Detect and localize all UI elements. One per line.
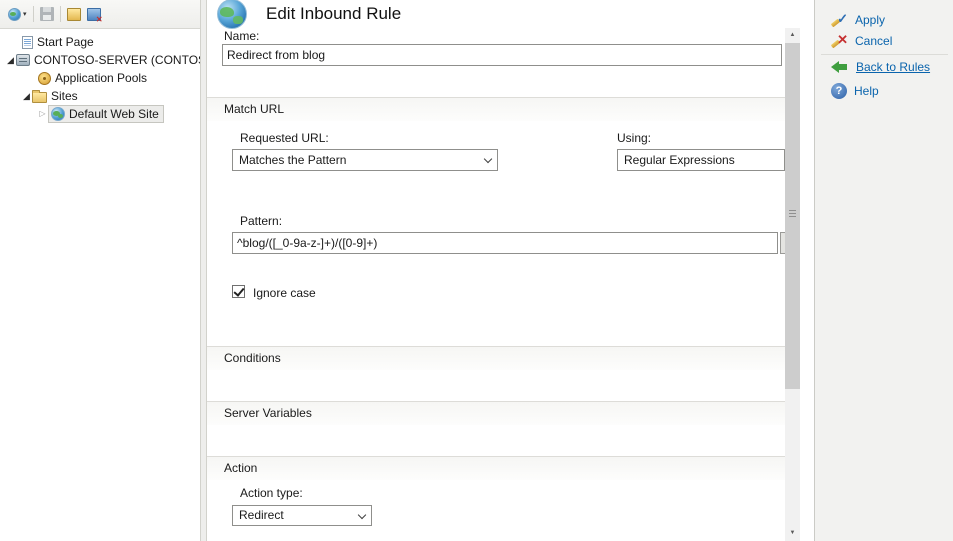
save-connections-button[interactable] — [37, 3, 57, 25]
actions-separator — [821, 54, 948, 55]
using-label: Using: — [617, 131, 651, 145]
requested-url-selected-value: Matches the Pattern — [239, 153, 346, 167]
tree-item-application-pools[interactable]: Application Pools — [0, 69, 200, 87]
back-to-rules-action[interactable]: Back to Rules — [831, 59, 930, 75]
tree-item-sites[interactable]: ◢ Sites — [0, 87, 200, 105]
tree-item-label: Sites — [51, 89, 78, 103]
collapsed-arrow-icon[interactable]: ▷ — [37, 105, 48, 123]
panel-splitter[interactable] — [200, 0, 207, 541]
vertical-scrollbar[interactable]: ▲ ▼ — [785, 28, 800, 541]
cancel-label: Cancel — [855, 33, 892, 49]
action-type-label: Action type: — [240, 486, 303, 500]
tree-item-label: Default Web Site — [69, 107, 159, 121]
apply-icon: ✓ — [831, 12, 848, 28]
action-section-header[interactable]: Action — [207, 456, 785, 480]
tree-item-default-web-site[interactable]: ▷ Default Web Site — [0, 105, 200, 123]
rule-name-input[interactable] — [222, 44, 782, 66]
requested-url-select[interactable]: Matches the Pattern — [232, 149, 498, 171]
expanded-arrow-icon[interactable]: ◢ — [5, 51, 16, 69]
using-select[interactable]: Regular Expressions — [617, 149, 785, 171]
web-site-globe-icon — [51, 107, 65, 121]
pattern-label: Pattern: — [240, 214, 282, 228]
disconnect-icon — [87, 8, 101, 21]
connections-panel: ▾ Start Page ◢ CONTOSO-SERVER (CONTO — [0, 0, 200, 541]
pattern-input[interactable] — [232, 232, 778, 254]
action-type-selected-value: Redirect — [239, 508, 284, 522]
cross-icon: ✕ — [837, 32, 848, 48]
new-connection-button[interactable]: ▾ — [5, 3, 30, 25]
conditions-section-title: Conditions — [224, 351, 281, 365]
connections-toolbar: ▾ — [0, 0, 200, 29]
browse-button[interactable] — [64, 3, 84, 25]
apply-label: Apply — [855, 12, 885, 28]
tree-item-label: Application Pools — [55, 71, 147, 85]
scroll-down-button[interactable]: ▼ — [785, 526, 800, 541]
actions-panel: ✓ Apply ✕ Cancel Back to Rules ? Help — [814, 0, 953, 541]
tree-item-start-page[interactable]: Start Page — [0, 33, 200, 51]
apply-action[interactable]: ✓ Apply — [831, 12, 885, 28]
server-variables-section-title: Server Variables — [224, 406, 312, 420]
page-title: Edit Inbound Rule — [266, 1, 401, 27]
match-url-section-title: Match URL — [224, 102, 284, 116]
chevron-down-icon — [358, 511, 366, 519]
cancel-action[interactable]: ✕ Cancel — [831, 33, 892, 49]
tree-item-server[interactable]: ◢ CONTOSO-SERVER (CONTOS — [0, 51, 200, 69]
new-connection-icon — [8, 8, 21, 21]
scrollbar-thumb[interactable] — [785, 43, 800, 389]
connections-tree: Start Page ◢ CONTOSO-SERVER (CONTOS Appl… — [0, 30, 200, 541]
toolbar-separator — [60, 6, 61, 22]
application-pools-icon — [38, 72, 51, 85]
conditions-section-header[interactable]: Conditions — [207, 346, 785, 370]
action-section-title: Action — [224, 461, 257, 475]
disconnect-button[interactable] — [84, 3, 104, 25]
scrollbar-grip-icon — [789, 213, 796, 214]
match-url-section-header[interactable]: Match URL — [207, 97, 785, 121]
cancel-icon: ✕ — [831, 33, 848, 49]
help-action[interactable]: ? Help — [831, 83, 879, 99]
ignore-case-checkbox[interactable] — [232, 285, 245, 298]
action-type-select[interactable]: Redirect — [232, 505, 372, 526]
tree-item-label: CONTOSO-SERVER (CONTOS — [34, 53, 200, 67]
save-icon — [40, 7, 54, 21]
server-icon — [16, 54, 30, 66]
selected-tree-item-highlight[interactable]: Default Web Site — [48, 105, 164, 123]
dropdown-caret-icon: ▾ — [23, 10, 27, 18]
start-page-icon — [22, 36, 33, 49]
using-selected-value: Regular Expressions — [624, 153, 735, 167]
edit-inbound-rule-page: Edit Inbound Rule Name: Match URL Reques… — [207, 0, 785, 541]
ignore-case-label[interactable]: Ignore case — [253, 286, 316, 300]
tree-item-label: Start Page — [37, 35, 94, 49]
expanded-arrow-icon[interactable]: ◢ — [21, 87, 32, 105]
check-icon: ✓ — [837, 11, 848, 27]
scroll-up-button[interactable]: ▲ — [785, 28, 800, 43]
name-label: Name: — [224, 29, 259, 43]
sites-folder-icon — [32, 92, 47, 103]
requested-url-label: Requested URL: — [240, 131, 329, 145]
server-variables-section-header[interactable]: Server Variables — [207, 401, 785, 425]
browse-icon — [67, 8, 81, 21]
toolbar-separator — [33, 6, 34, 22]
chevron-down-icon — [484, 155, 492, 163]
back-arrow-icon — [831, 60, 849, 74]
back-to-rules-label: Back to Rules — [856, 59, 930, 75]
help-label: Help — [854, 83, 879, 99]
url-rewrite-globe-icon — [217, 0, 247, 29]
help-icon: ? — [831, 83, 847, 99]
